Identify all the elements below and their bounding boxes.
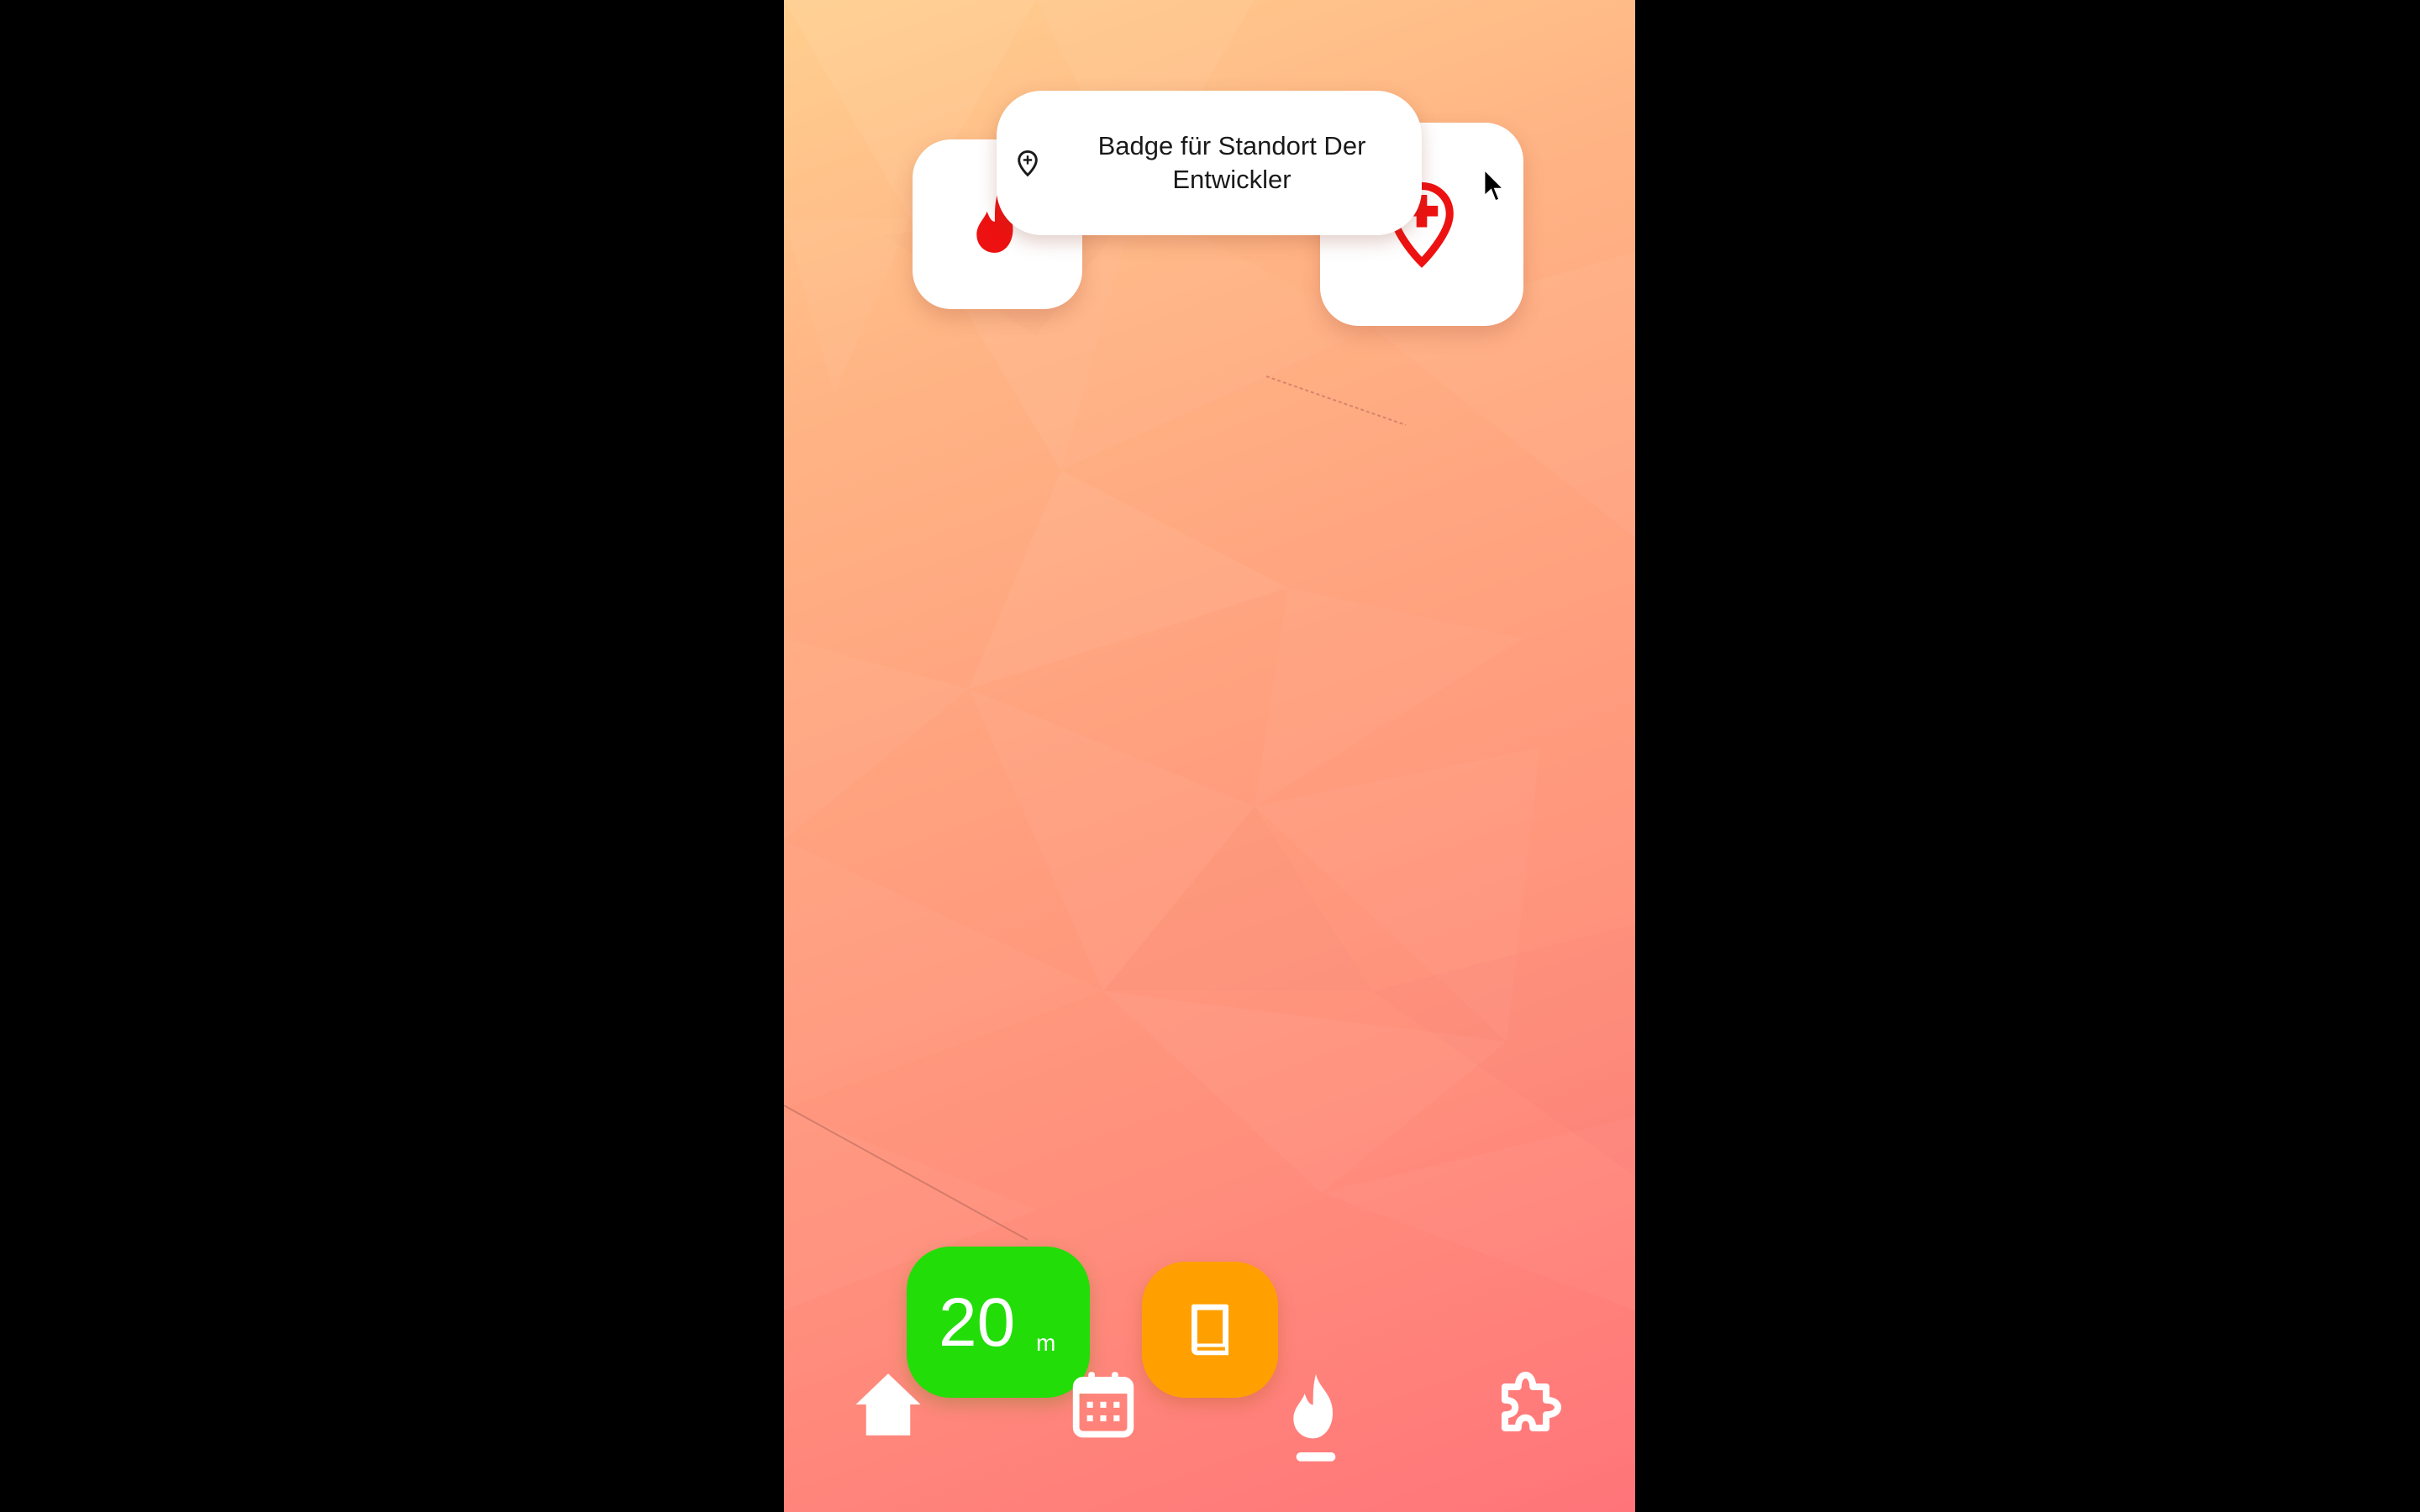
badge-tooltip: Badge für Standort Der Entwickler bbox=[997, 91, 1422, 235]
book-button[interactable] bbox=[1142, 1262, 1278, 1398]
puzzle-icon bbox=[1501, 1371, 1562, 1432]
calendar-icon bbox=[1072, 1372, 1134, 1438]
screen: Badge für Standort Der Entwickler 20 m bbox=[0, 0, 2420, 1512]
home-icon bbox=[855, 1373, 921, 1436]
location-plus-pin-icon bbox=[1018, 150, 1038, 177]
nav-home[interactable] bbox=[846, 1369, 930, 1470]
app-screen: Badge für Standort Der Entwickler 20 m bbox=[784, 0, 1635, 1512]
nav-plugins[interactable] bbox=[1486, 1369, 1570, 1470]
tooltip-text: Badge für Standort Der Entwickler bbox=[1097, 131, 1366, 194]
nav-calendar[interactable] bbox=[1061, 1369, 1145, 1470]
mouse-cursor-icon bbox=[1483, 168, 1507, 203]
timer-unit: m bbox=[1036, 1330, 1056, 1356]
timer-value: 20 bbox=[939, 1284, 1016, 1361]
flame-icon bbox=[1293, 1373, 1336, 1462]
book-icon bbox=[1192, 1304, 1228, 1356]
nav-fire[interactable] bbox=[1274, 1369, 1358, 1470]
